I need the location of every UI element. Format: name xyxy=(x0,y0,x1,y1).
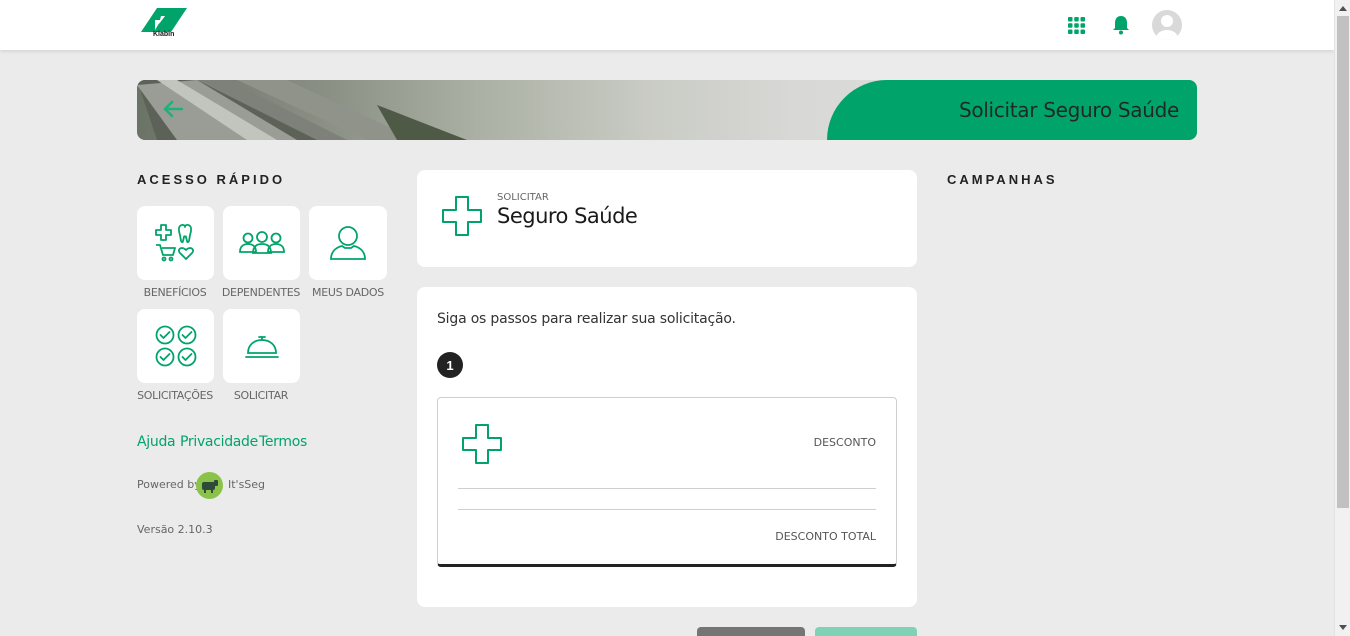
request-steps-card: Siga os passos para realizar sua solicit… xyxy=(417,287,917,607)
logo-text: Klabin xyxy=(153,31,175,38)
total-discount-label: DESCONTO TOTAL xyxy=(775,530,876,543)
campaigns-title: CAMPANHAS xyxy=(947,172,1058,187)
request-header-title: Seguro Saúde xyxy=(497,204,638,228)
request-header-card: SOLICITAR Seguro Saúde xyxy=(417,170,917,267)
scrollbar-thumb[interactable] xyxy=(1337,16,1349,508)
tile-my-data-label: MEUS DADOS xyxy=(312,286,384,299)
plan-selection-box[interactable]: DESCONTO DESCONTO TOTAL xyxy=(437,397,897,567)
step-number-badge: 1 xyxy=(437,352,463,378)
people-group-icon xyxy=(238,231,285,254)
divider xyxy=(458,509,876,510)
tile-benefits-label: BENEFÍCIOS xyxy=(143,286,207,299)
service-bell-icon xyxy=(244,336,279,358)
tile-dependents[interactable] xyxy=(223,206,300,280)
tile-request-label: SOLICITAR xyxy=(233,389,289,402)
powered-by-text: Powered by xyxy=(137,478,201,491)
plus-cross-icon xyxy=(442,196,482,236)
checkmarks-icon xyxy=(155,325,196,367)
banner-back-arrow-icon[interactable] xyxy=(163,98,184,124)
version-text: Versão 2.10.3 xyxy=(137,523,213,536)
tile-my-data[interactable] xyxy=(309,206,387,280)
logo-icon xyxy=(141,8,187,32)
next-button[interactable] xyxy=(815,627,917,636)
top-bar: Klabin xyxy=(0,0,1334,50)
apps-grid-icon[interactable] xyxy=(1068,17,1085,34)
plus-cross-icon xyxy=(462,424,502,464)
page-scrollbar[interactable] xyxy=(1334,0,1350,636)
terms-link[interactable]: Termos xyxy=(259,434,307,450)
banner-title: Solicitar Seguro Saúde xyxy=(958,98,1179,122)
privacy-link[interactable]: Privacidade xyxy=(180,434,258,450)
bell-icon[interactable] xyxy=(1112,15,1130,35)
back-button[interactable] xyxy=(697,627,805,636)
itsseg-logo-icon xyxy=(201,479,218,493)
benefits-icon xyxy=(154,224,194,262)
user-avatar-icon xyxy=(1156,15,1178,40)
scroll-up-arrow-icon[interactable] xyxy=(1339,6,1347,11)
quick-access-title: ACESSO RÁPIDO xyxy=(137,172,286,187)
user-avatar[interactable] xyxy=(1152,10,1182,40)
discount-label: DESCONTO xyxy=(813,436,876,449)
help-link[interactable]: Ajuda xyxy=(137,434,176,450)
scroll-down-arrow-icon[interactable] xyxy=(1339,625,1347,630)
request-header-subtitle: SOLICITAR xyxy=(497,192,549,203)
tile-requests[interactable] xyxy=(137,309,214,383)
divider xyxy=(458,488,876,489)
arrow-left-icon xyxy=(163,100,184,118)
user-icon xyxy=(330,226,366,260)
page-banner: Solicitar Seguro Saúde xyxy=(137,80,1197,140)
tile-request[interactable] xyxy=(223,309,300,383)
banner-road-image xyxy=(137,80,467,140)
tile-dependents-label: DEPENDENTES xyxy=(221,286,301,299)
itsseg-brand-text: It'sSeg xyxy=(228,478,266,491)
tile-requests-label: SOLICITAÇÕES xyxy=(137,389,213,402)
steps-intro-text: Siga os passos para realizar sua solicit… xyxy=(437,311,736,327)
klabin-logo[interactable]: Klabin xyxy=(141,8,187,42)
itsseg-logo[interactable] xyxy=(196,472,223,499)
tile-benefits[interactable] xyxy=(137,206,214,280)
